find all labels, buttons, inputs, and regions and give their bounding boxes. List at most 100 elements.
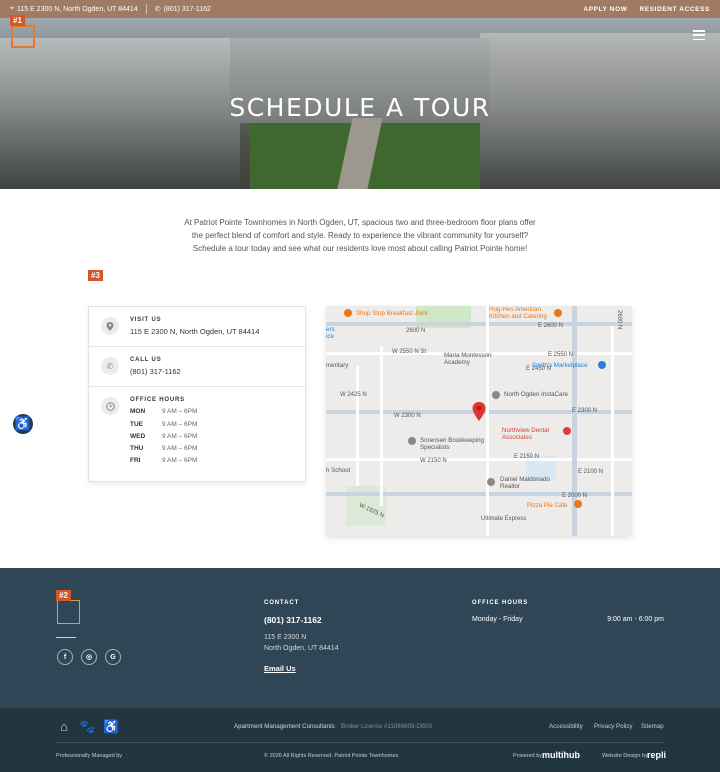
map-poi-label: h School (326, 467, 351, 474)
accessible-icon: ♿ (103, 719, 120, 734)
map-poi-label[interactable]: Pizza Pie Cafe (527, 502, 568, 509)
map-poi-marker[interactable] (344, 309, 352, 317)
map-street-label: 2600 N (406, 328, 426, 334)
email-us-link[interactable]: Email Us (264, 664, 339, 673)
map-street-label: Ultimate Express (481, 516, 527, 522)
map-street-label: W 2300 N (394, 413, 421, 419)
copyright: © 2026 All Rights Reserved. Patriot Poin… (264, 753, 399, 759)
map-location-pin-icon[interactable] (472, 402, 486, 421)
visit-us-address[interactable]: 115 E 2300 N, North Ogden, UT 84414 (130, 327, 259, 336)
footer-hours-time: 9:00 am - 6:00 pm (607, 616, 664, 623)
divider (145, 4, 147, 14)
accessibility-icon[interactable]: ♿ (13, 414, 33, 434)
map-poi-label[interactable]: Smith's Marketplace (532, 362, 588, 369)
annotation-tag-2: #2 (56, 590, 71, 601)
office-hours-title: OFFICE HOURS (130, 397, 185, 403)
clock-icon (101, 397, 119, 415)
intro-text: At Patriot Pointe Townhomes in North Ogd… (184, 218, 536, 253)
hours-row-mon: MON 9 AM – 6PM (130, 408, 198, 416)
map-street-label: W 2425 N (340, 392, 367, 398)
map-poi-label[interactable]: Sorensen Bookkeeping Specialists (420, 437, 495, 451)
map-poi-label[interactable]: Northview Dental Associates (502, 427, 562, 441)
broker-license: Broker License #11066609-DB00 (341, 723, 433, 730)
footer-address-line2: North Ogden, UT 84414 (264, 645, 339, 652)
accessibility-link[interactable]: Accessibility (549, 723, 583, 730)
repli-logo[interactable]: repli (647, 750, 666, 760)
map-street-label: W 2550 N St (392, 349, 427, 355)
phone-link[interactable]: ✆ (801) 317-1162 (154, 5, 211, 14)
managed-by-text: Professionally Managed by (56, 753, 123, 759)
map-marker-icon (101, 317, 119, 335)
footer-hours-title: OFFICE HOURS (472, 600, 529, 606)
map-poi-marker[interactable] (487, 478, 495, 486)
topbar-phone: (801) 317-1162 (163, 5, 211, 13)
map-poi-label[interactable]: Maria Montessori Academy (444, 352, 498, 366)
multihub-logo[interactable]: multihub (542, 750, 580, 760)
annotation-tag-1: #1 (10, 15, 25, 26)
footer-contact-title: CONTACT (264, 600, 300, 606)
visit-us-title: VISIT US (130, 317, 162, 323)
social-links: f ◎ G (57, 649, 121, 665)
top-bar: ⌖ 115 E 2300 N, North Ogden, UT 84414 ✆ … (0, 0, 720, 18)
location-map[interactable]: 2600 N E 2600 N W 2550 N St E 2550 N W 2… (326, 306, 632, 536)
map-poi-label: ers ice (326, 326, 335, 340)
map-poi-marker[interactable] (574, 500, 582, 508)
hero-banner: SCHEDULE A TOUR (0, 18, 720, 189)
annotation-tag-3: #3 (88, 270, 103, 281)
phone-icon: ✆ (101, 357, 119, 375)
map-poi-label[interactable]: Daniel Maldonado Realtor (500, 476, 560, 490)
map-poi-marker[interactable] (598, 361, 606, 369)
map-street-label: W 2150 N (420, 458, 447, 464)
apply-now-link[interactable]: APPLY NOW (583, 6, 627, 13)
map-poi-label: mentary (326, 362, 349, 369)
resident-access-link[interactable]: RESIDENT ACCESS (639, 6, 710, 13)
map-poi-marker[interactable] (554, 309, 562, 317)
office-hours-row: OFFICE HOURS MON 9 AM – 6PM TUE 9 AM – 6PM… (89, 387, 305, 474)
map-poi-label[interactable]: Shop Stop Breakfast Joint (356, 310, 428, 317)
footer-hours-days: Monday - Friday (472, 616, 523, 623)
pet-friendly-icon: 🐾 (79, 719, 96, 734)
equal-housing-icon: ⌂ (60, 719, 68, 734)
map-street-label: E 2300 N (572, 408, 598, 414)
map-poi-label[interactable]: North Ogden InstaCare (504, 391, 568, 398)
location-pin-icon: ⌖ (10, 5, 14, 12)
bottom-divider (56, 742, 664, 743)
map-street-label: E 2550 N (548, 352, 574, 358)
map-poi-marker[interactable] (408, 437, 416, 445)
map-poi-marker[interactable] (492, 391, 500, 399)
privacy-policy-link[interactable]: Privacy Policy (594, 723, 633, 730)
address-link[interactable]: ⌖ 115 E 2300 N, North Ogden, UT 84414 (10, 5, 138, 13)
map-street-label: E 2000 N (562, 493, 588, 499)
sitemap-link[interactable]: Sitemap (641, 723, 664, 730)
map-poi-label[interactable]: Hug-Hes American Kitchen and Catering (489, 306, 551, 320)
footer-logo[interactable] (57, 600, 80, 624)
menu-icon[interactable] (693, 30, 705, 40)
amc-name: Apartment Management Consultants (234, 723, 335, 730)
map-street-label: E 2100 N (578, 469, 604, 475)
map-street-label: E 2600 N (538, 323, 564, 329)
bottom-bar: ⌂ 🐾 ♿ Apartment Management Consultants B… (0, 708, 720, 772)
map-street-label: E 2150 N (514, 454, 540, 460)
website-design-text: Website Design by (602, 753, 648, 759)
hours-row-wed: WED 9 AM – 6PM (130, 432, 198, 440)
call-us-phone[interactable]: (801) 317-1162 (130, 367, 181, 376)
powered-by-text: Powered by (513, 753, 543, 759)
phone-icon: ✆ (154, 6, 161, 13)
page-title: SCHEDULE A TOUR (229, 93, 491, 122)
footer: #2 f ◎ G CONTACT (801) 317-1162 115 E 23… (0, 568, 720, 708)
map-poi-marker[interactable] (563, 427, 571, 435)
topbar-address: 115 E 2300 N, North Ogden, UT 84414 (16, 5, 138, 13)
site-logo[interactable] (11, 25, 35, 48)
hours-row-thu: THU 9 AM – 6PM (130, 445, 198, 453)
footer-phone[interactable]: (801) 317-1162 (264, 615, 339, 625)
instagram-icon[interactable]: ◎ (81, 649, 97, 665)
visit-us-row: VISIT US 115 E 2300 N, North Ogden, UT 8… (89, 307, 305, 347)
contact-info-card: VISIT US 115 E 2300 N, North Ogden, UT 8… (88, 306, 306, 482)
call-us-title: CALL US (130, 357, 162, 363)
hours-row-fri: FRI 9 AM – 6PM (130, 457, 198, 465)
map-street-label: 2600 N (616, 310, 622, 330)
hours-row-tue: TUE 9 AM – 6PM (130, 420, 198, 428)
footer-address-line1: 115 E 2300 N (264, 634, 307, 641)
facebook-icon[interactable]: f (57, 649, 73, 665)
google-icon[interactable]: G (105, 649, 121, 665)
